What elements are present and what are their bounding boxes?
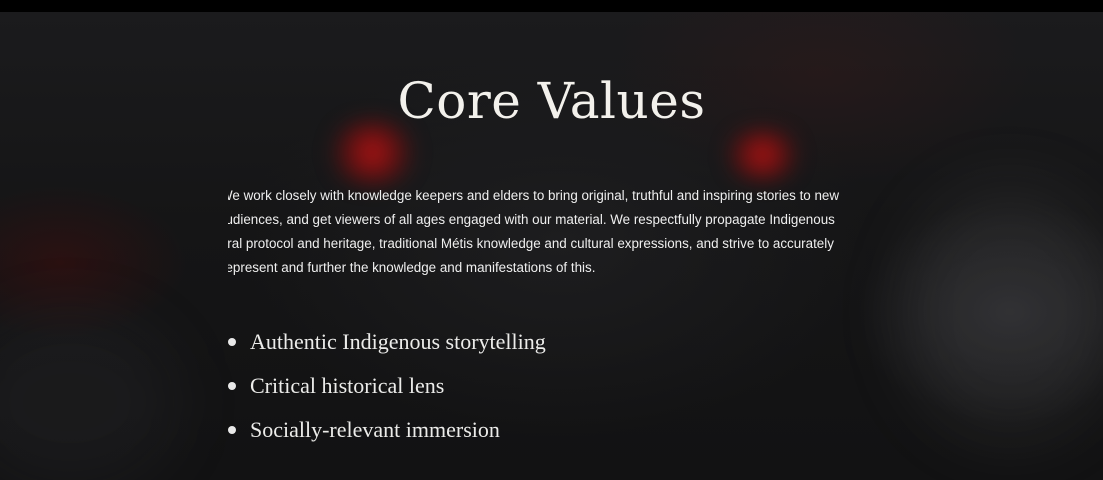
paragraph-line: We work closely with knowledge keepers a… xyxy=(228,188,840,203)
value-label: Critical historical lens xyxy=(250,373,445,398)
list-item: Socially-relevant immersion xyxy=(228,408,546,452)
bullet-icon xyxy=(228,338,236,346)
core-values-list: Authentic Indigenous storytelling Critic… xyxy=(228,320,546,452)
slide-title: Core Values xyxy=(397,72,706,130)
paragraph-line: represent and further the knowledge and … xyxy=(228,260,596,275)
background-fog xyxy=(0,312,180,480)
list-item: Critical historical lens xyxy=(228,364,546,408)
background-fog xyxy=(900,182,1103,442)
letterbox-bar xyxy=(0,0,1103,12)
slide: Core Values We work closely with knowled… xyxy=(0,12,1103,480)
bullet-icon xyxy=(228,426,236,434)
value-label: Socially-relevant immersion xyxy=(250,417,500,442)
video-frame: Core Values We work closely with knowled… xyxy=(0,0,1103,480)
red-glow xyxy=(720,130,805,180)
value-label: Authentic Indigenous storytelling xyxy=(250,329,546,354)
list-item: Authentic Indigenous storytelling xyxy=(228,320,546,364)
paragraph-line: cultural protocol and heritage, traditio… xyxy=(228,236,834,251)
mission-paragraph: We work closely with knowledge keepers a… xyxy=(228,184,875,284)
bullet-icon xyxy=(228,382,236,390)
paragraph-line: audiences, and get viewers of all ages e… xyxy=(228,212,835,227)
